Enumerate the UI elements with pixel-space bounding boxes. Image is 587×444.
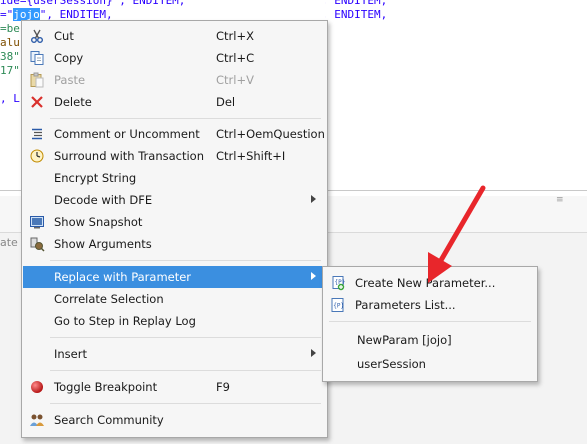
menu-item-delete[interactable]: Delete Del: [23, 91, 326, 113]
menu-item-search-community[interactable]: Search Community: [23, 409, 326, 431]
comment-icon: [32, 128, 42, 140]
menu-item-label: Surround with Transaction: [54, 149, 204, 163]
menu-separator: [50, 337, 321, 338]
code-line-1: ide={userSession}", ENDITEM,: [0, 0, 186, 7]
menu-item-shortcut: F9: [216, 380, 230, 394]
code-line-8: , L: [0, 92, 20, 105]
menu-item-shortcut: Ctrl+OemQuestion: [216, 127, 325, 141]
paste-icon: [30, 72, 44, 88]
menu-item-replace-with-parameter[interactable]: Replace with Parameter: [23, 266, 326, 288]
menu-item-copy[interactable]: Copy Ctrl+C: [23, 47, 326, 69]
menu-item-label: Search Community: [54, 413, 164, 427]
menu-item-shortcut: Ctrl+V: [216, 73, 254, 87]
svg-text:{P}: {P}: [333, 303, 344, 310]
menu-separator: [50, 118, 321, 119]
menu-item-shortcut: Ctrl+Shift+I: [216, 149, 286, 163]
submenu-item-parameters-list[interactable]: {P} Parameters List...: [324, 294, 536, 316]
menu-item-decode-dfe[interactable]: Decode with DFE: [23, 189, 326, 211]
submenu-arrow-icon: [311, 195, 316, 203]
menu-item-label: Go to Step in Replay Log: [54, 314, 196, 328]
menu-separator: [50, 260, 321, 261]
breakpoint-icon: [31, 381, 43, 393]
menu-item-label: Comment or Uncomment: [54, 127, 200, 141]
menu-separator: [50, 370, 321, 371]
transaction-icon: [30, 149, 44, 163]
menu-item-label: userSession: [357, 357, 426, 371]
menu-item-label: NewParam [jojo]: [357, 333, 452, 347]
delete-icon: [31, 96, 43, 108]
code-line-3: =be: [0, 22, 20, 35]
menu-item-correlate-selection[interactable]: Correlate Selection: [23, 288, 326, 310]
menu-item-cut[interactable]: Cut Ctrl+X: [23, 25, 326, 47]
submenu-arrow-icon: [311, 349, 316, 357]
menu-item-label: Replace with Parameter: [54, 270, 192, 284]
menu-item-label: Toggle Breakpoint: [54, 380, 158, 394]
menu-item-show-arguments[interactable]: Show Arguments: [23, 233, 326, 255]
menu-item-label: Show Snapshot: [54, 215, 143, 229]
menu-item-shortcut: Ctrl+C: [216, 51, 255, 65]
menu-item-insert[interactable]: Insert: [23, 343, 326, 365]
snapshot-icon: [30, 216, 44, 229]
menu-separator: [329, 321, 531, 322]
menu-item-comment[interactable]: Comment or Uncomment Ctrl+OemQuestion: [23, 123, 326, 145]
new-parameter-icon: {P}: [332, 276, 345, 291]
code-line-5: 38": [0, 50, 20, 63]
menu-item-encrypt-string[interactable]: Encrypt String: [23, 167, 326, 189]
menu-item-shortcut: Del: [216, 95, 236, 109]
menu-item-goto-step-replay-log[interactable]: Go to Step in Replay Log: [23, 310, 326, 332]
replace-parameter-submenu: {P} Create New Parameter... {P} Paramete…: [322, 266, 538, 382]
panel-tab-partial[interactable]: ate: [0, 236, 18, 249]
menu-item-label: Parameters List...: [355, 298, 456, 312]
code-line-4: alu: [0, 36, 20, 49]
menu-item-shortcut: Ctrl+X: [216, 29, 254, 43]
parameters-list-icon: {P}: [331, 298, 344, 312]
arguments-icon: [30, 237, 45, 252]
context-menu: Cut Ctrl+X Copy Ctrl+C Paste Ctrl+V Dele…: [21, 20, 328, 438]
menu-item-label: Create New Parameter...: [355, 276, 496, 290]
menu-item-paste[interactable]: Paste Ctrl+V: [23, 69, 326, 91]
menu-item-surround-transaction[interactable]: Surround with Transaction Ctrl+Shift+I: [23, 145, 326, 167]
menu-item-label: Show Arguments: [54, 237, 152, 251]
menu-item-label: Encrypt String: [54, 171, 137, 185]
submenu-item-newparam-jojo[interactable]: NewParam [jojo]: [324, 329, 536, 351]
submenu-item-usersession[interactable]: userSession: [324, 353, 536, 375]
menu-item-label: Paste: [54, 73, 86, 87]
scissors-icon: [31, 29, 43, 43]
panel-grip-icon[interactable]: ≡: [556, 195, 564, 205]
menu-item-label: Correlate Selection: [54, 292, 164, 306]
copy-icon: [30, 51, 44, 65]
menu-item-toggle-breakpoint[interactable]: Toggle Breakpoint F9: [23, 376, 326, 398]
menu-item-show-snapshot[interactable]: Show Snapshot: [23, 211, 326, 233]
menu-item-label: Insert: [54, 347, 87, 361]
submenu-arrow-icon: [311, 272, 316, 280]
menu-item-label: Copy: [54, 51, 84, 65]
menu-item-label: Decode with DFE: [54, 193, 153, 207]
submenu-item-create-new-parameter[interactable]: {P} Create New Parameter...: [324, 272, 536, 294]
menu-separator: [50, 403, 321, 404]
code-line-6: 17": [0, 64, 20, 77]
community-icon: [30, 414, 44, 426]
menu-item-label: Delete: [54, 95, 92, 109]
code-line-1-continued: , ENDITEM,, ENDITEM,: [325, 0, 388, 20]
menu-item-label: Cut: [54, 29, 74, 43]
